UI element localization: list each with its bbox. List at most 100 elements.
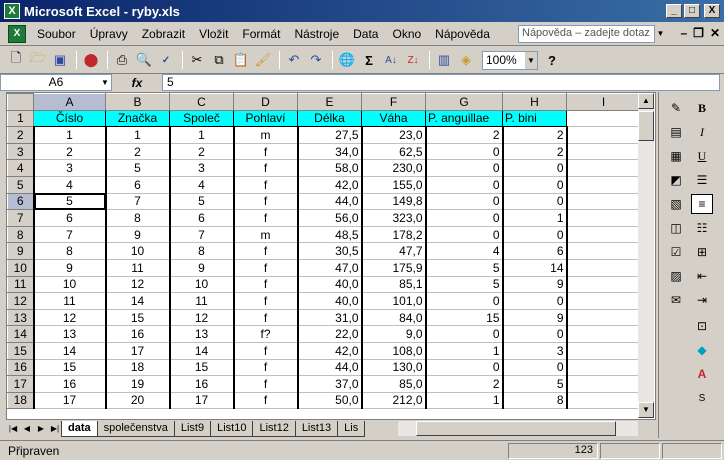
cell[interactable]: 47,0	[296, 258, 363, 277]
cell[interactable]	[566, 225, 641, 244]
cell[interactable]: 40,0	[296, 292, 363, 310]
cell[interactable]: 11	[104, 258, 171, 277]
cell[interactable]: 85,1	[360, 275, 427, 294]
cell[interactable]: 0	[501, 292, 568, 310]
column-header-f[interactable]: F	[361, 93, 426, 111]
cell[interactable]	[566, 308, 641, 327]
horizontal-scroll-thumb[interactable]	[416, 421, 616, 436]
column-title-cell[interactable]: Společ	[169, 109, 234, 128]
paste-icon[interactable]: 📋	[231, 50, 251, 70]
cell[interactable]: f	[232, 258, 299, 277]
workbook-close-button[interactable]: ✕	[710, 26, 720, 40]
cell[interactable]: 6	[501, 242, 568, 260]
zoom-dropdown-icon[interactable]: ▼	[525, 51, 537, 69]
scroll-down-icon[interactable]: ▼	[638, 402, 654, 418]
underline-icon[interactable]: U	[691, 146, 713, 166]
cell[interactable]: 9	[32, 258, 107, 277]
minimize-button[interactable]: _	[666, 4, 682, 18]
font-color-icon[interactable]: A	[691, 364, 713, 384]
hyperlink-icon[interactable]: 🌐	[337, 50, 357, 70]
cell[interactable]: f	[232, 242, 299, 260]
cell[interactable]: 16	[168, 375, 235, 393]
cell[interactable]: 42,0	[296, 175, 363, 194]
cell[interactable]	[566, 159, 641, 177]
cell[interactable]: 1	[168, 126, 235, 144]
sort-ascending-icon[interactable]: A↓	[381, 50, 401, 70]
cell[interactable]: 13	[32, 325, 107, 343]
menu-format[interactable]: Formát	[235, 27, 287, 41]
row-header[interactable]: 5	[7, 175, 34, 194]
cell[interactable]: 19	[104, 375, 171, 393]
column-header-g[interactable]: G	[425, 93, 503, 111]
sheet-tab-data[interactable]: data	[61, 420, 98, 437]
checkbox-icon[interactable]: ☑	[665, 242, 687, 262]
cell[interactable]: 3	[501, 341, 568, 360]
autosum-icon[interactable]: Σ	[359, 50, 379, 70]
column-header-c[interactable]: C	[169, 93, 234, 111]
cell[interactable]: 212,0	[360, 391, 427, 410]
menu-vlozit[interactable]: Vložit	[192, 27, 235, 41]
cell[interactable]: 2	[168, 142, 235, 161]
format-painter-icon[interactable]: 🖌	[253, 50, 273, 70]
row-header[interactable]: 15	[7, 341, 34, 360]
cell[interactable]: 42,0	[296, 341, 363, 360]
cell[interactable]: 17	[168, 391, 235, 410]
cell[interactable]	[566, 341, 641, 360]
cell[interactable]: 10	[104, 242, 171, 260]
cell[interactable]: 0	[424, 225, 504, 244]
cell[interactable]: 4	[168, 175, 235, 194]
cell[interactable]: 7	[104, 192, 171, 211]
select-all-corner[interactable]	[7, 93, 34, 111]
cell[interactable]: f	[232, 142, 299, 161]
vertical-scroll-thumb[interactable]	[638, 111, 654, 141]
cell[interactable]: 12	[32, 308, 107, 327]
cell[interactable]: 8	[168, 242, 235, 260]
maximize-button[interactable]: □	[684, 4, 700, 18]
cell[interactable]: 13	[168, 325, 235, 343]
menu-napoveda[interactable]: Nápověda	[428, 27, 497, 41]
spelling-icon[interactable]: ✓	[156, 50, 176, 70]
vertical-scrollbar[interactable]: ▲ ▼	[638, 93, 654, 418]
column-title-cell[interactable]: P. bini	[502, 109, 567, 128]
menu-okno[interactable]: Okno	[385, 27, 428, 41]
cell[interactable]: 1	[424, 341, 504, 360]
cell[interactable]: 8	[501, 391, 568, 410]
cell[interactable]: 2	[104, 142, 171, 161]
cell[interactable]: 0	[501, 192, 568, 211]
cell[interactable]: 11	[168, 292, 235, 310]
cell[interactable]: 30,5	[296, 242, 363, 260]
cell[interactable]: 14	[168, 341, 235, 360]
zoom-select[interactable]: 100% ▼	[482, 50, 538, 70]
cell[interactable]: 149,8	[360, 192, 427, 211]
merge-center-icon[interactable]: ⊞	[691, 242, 713, 262]
open-icon[interactable]: 🗁	[28, 50, 48, 70]
cell[interactable]: 31,0	[296, 308, 363, 327]
cell[interactable]: 16	[32, 375, 107, 393]
scroll-up-icon[interactable]: ▲	[638, 93, 654, 109]
cell[interactable]: 58,0	[296, 159, 363, 177]
cell[interactable]: 5	[501, 375, 568, 393]
align-center-icon[interactable]: ≡	[691, 194, 713, 214]
cell[interactable]: 0	[424, 325, 504, 343]
cell[interactable]: f	[232, 175, 299, 194]
cell[interactable]: 85,0	[360, 375, 427, 393]
cell[interactable]: f?	[232, 325, 299, 343]
cell[interactable]: 7	[168, 225, 235, 244]
cell[interactable]: f	[232, 375, 299, 393]
cell[interactable]: 0	[501, 325, 568, 343]
row-header[interactable]: 11	[7, 275, 34, 294]
redo-icon[interactable]: ↷	[306, 50, 326, 70]
cell[interactable]: 48,5	[296, 225, 363, 244]
cell[interactable]: 17	[32, 391, 107, 410]
worksheet-grid[interactable]: A B C D E F G H I 1 Číslo Značka Společ Pohlaví Délka V…	[6, 92, 656, 420]
formula-input[interactable]: 5	[162, 74, 720, 91]
column-title-cell[interactable]: P. anguillae	[425, 109, 503, 128]
drawing-icon[interactable]: ◈	[456, 50, 476, 70]
cell[interactable]: 15	[104, 308, 171, 327]
cell[interactable]: 1	[424, 391, 504, 410]
row-header[interactable]: 8	[7, 225, 34, 244]
row-header[interactable]: 18	[7, 391, 34, 410]
cell[interactable]: 50,0	[296, 391, 363, 410]
last-sheet-icon[interactable]: ▶|	[48, 424, 62, 433]
cell[interactable]: 5	[424, 275, 504, 294]
